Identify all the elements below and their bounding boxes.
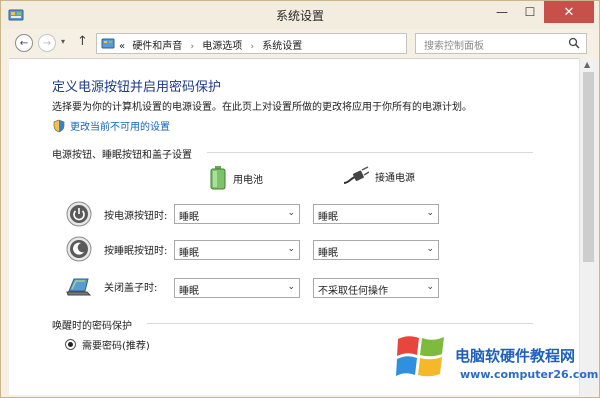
up-button[interactable]: ↑: [77, 34, 88, 49]
breadcrumb-item-system-settings[interactable]: 系统设置: [262, 41, 302, 52]
scroll-up-icon[interactable]: ▲: [584, 60, 590, 69]
breadcrumb-separator[interactable]: ›: [250, 42, 254, 52]
sleep-button-label: 按睡眠按钮时:: [104, 246, 168, 257]
power-button-plugged-select[interactable]: 睡眠 ⌄: [313, 204, 439, 224]
watermark-url: www.computer26.com: [460, 368, 599, 381]
change-link-label[interactable]: 更改当前不可用的设置: [70, 118, 170, 133]
power-plug-icon: [343, 166, 369, 184]
page-description: 选择要为你的计算机设置的电源设置。在此页上对设置所做的更改将应用于你所有的电源计…: [52, 102, 472, 113]
recent-pages-dropdown[interactable]: ▾: [61, 37, 65, 46]
sleep-button-icon: [66, 236, 92, 262]
lid-plugged-select[interactable]: 不采取任何操作 ⌄: [313, 278, 439, 298]
breadcrumb-item-hardware-sound[interactable]: 硬件和声音: [132, 41, 182, 52]
control-panel-icon: [101, 38, 115, 49]
page-title: 定义电源按钮并启用密码保护: [52, 80, 222, 95]
sleep-button-plugged-select[interactable]: 睡眠 ⌄: [313, 240, 439, 260]
watermark-title: 电脑软硬件教程网: [455, 347, 576, 365]
back-button[interactable]: ←: [15, 34, 33, 52]
lid-battery-select[interactable]: 睡眠 ⌄: [174, 278, 300, 298]
battery-column-header: 用电池: [209, 166, 263, 190]
select-value: 睡眠: [179, 286, 199, 297]
maximize-button[interactable]: ☐: [516, 1, 544, 23]
address-box[interactable]: « 硬件和声音 › 电源选项 › 系统设置 ▾ ↻: [96, 33, 494, 54]
search-icon[interactable]: [568, 37, 580, 49]
select-value: 睡眠: [318, 212, 338, 223]
select-value: 睡眠: [179, 248, 199, 259]
search-placeholder: 搜索控制面板: [424, 41, 484, 52]
uac-shield-icon: [53, 119, 65, 132]
chevron-down-icon: ⌄: [287, 244, 295, 254]
power-button-icon: [66, 201, 92, 227]
power-button-label: 按电源按钮时:: [104, 211, 168, 222]
window: 系统设置 — ☐ ✕ ← → ▾ ↑ « 硬件和声音 › 电源选项 › 系统设置…: [0, 0, 600, 398]
scroll-thumb[interactable]: [583, 72, 594, 262]
breadcrumb: « 硬件和声音 › 电源选项 › 系统设置: [119, 37, 302, 52]
sleep-button-battery-select[interactable]: 睡眠 ⌄: [174, 240, 300, 260]
select-value: 不采取任何操作: [318, 286, 388, 297]
change-unavailable-settings-link[interactable]: 更改当前不可用的设置: [52, 118, 170, 133]
chevron-down-icon: ⌄: [287, 208, 295, 218]
breadcrumb-separator[interactable]: ›: [191, 42, 195, 52]
chevron-down-icon: ⌄: [426, 282, 434, 292]
vertical-scrollbar[interactable]: ▲: [579, 58, 597, 395]
title-bar: 系统设置 — ☐ ✕: [1, 1, 599, 29]
breadcrumb-overflow[interactable]: «: [119, 41, 125, 52]
laptop-lid-icon: [66, 278, 92, 296]
close-button[interactable]: ✕: [544, 1, 594, 23]
minimize-button[interactable]: —: [488, 1, 516, 23]
chevron-down-icon: ⌄: [287, 282, 295, 292]
plugged-column-label: 接通电源: [375, 172, 415, 184]
section-divider: [207, 152, 533, 153]
lid-label: 关闭盖子时:: [104, 283, 158, 294]
section-password-heading: 唤醒时的密码保护: [52, 321, 132, 332]
power-button-battery-select[interactable]: 睡眠 ⌄: [174, 204, 300, 224]
navigation-bar: ← → ▾ ↑ « 硬件和声音 › 电源选项 › 系统设置 ▾ ↻ 搜索控制面板: [1, 29, 599, 57]
require-password-radio[interactable]: [65, 339, 76, 350]
breadcrumb-item-power-options[interactable]: 电源选项: [202, 41, 242, 52]
chevron-down-icon: ⌄: [426, 208, 434, 218]
select-value: 睡眠: [179, 212, 199, 223]
require-password-option[interactable]: 需要密码(推荐): [65, 337, 150, 352]
section-buttons-heading: 电源按钮、睡眠按钮和盖子设置: [52, 150, 192, 161]
forward-button[interactable]: →: [38, 34, 56, 52]
chevron-down-icon: ⌄: [426, 244, 434, 254]
section-divider: [147, 323, 533, 324]
require-password-label[interactable]: 需要密码(推荐): [82, 337, 150, 352]
battery-column-label: 用电池: [233, 174, 263, 186]
radio-selected-dot: [68, 342, 73, 347]
search-input[interactable]: 搜索控制面板: [415, 33, 587, 54]
windows-logo-icon: [396, 336, 444, 377]
select-value: 睡眠: [318, 248, 338, 259]
plugged-column-header: 接通电源: [343, 166, 415, 186]
battery-icon: [210, 166, 226, 190]
